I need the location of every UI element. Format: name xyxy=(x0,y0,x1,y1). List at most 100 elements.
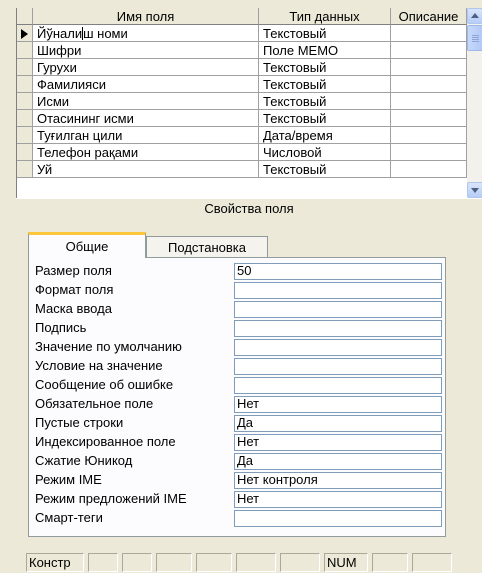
row-selector[interactable] xyxy=(17,127,33,144)
row-selector[interactable] xyxy=(17,25,33,42)
field-design-grid: Имя поля Тип данных Описание Йўналиш ном… xyxy=(16,8,482,198)
property-row: Индексированное поле Нет xyxy=(29,433,445,451)
field-name-cell[interactable]: Отасининг исми xyxy=(33,110,259,127)
description-cell[interactable] xyxy=(391,93,467,110)
field-properties-title: Свойства поля xyxy=(16,198,482,219)
input-mask-input[interactable] xyxy=(234,301,442,318)
tab-general[interactable]: Общие xyxy=(28,232,146,258)
description-cell[interactable] xyxy=(391,127,467,144)
field-name-cell[interactable]: Туғилган цили xyxy=(33,127,259,144)
grip-line xyxy=(472,39,479,40)
data-type-cell[interactable]: Текстовый xyxy=(259,76,391,93)
table-row[interactable]: Шифри Поле MEMO xyxy=(17,42,467,59)
field-name-cell[interactable]: Уй xyxy=(33,161,259,178)
grid-vertical-scrollbar[interactable] xyxy=(467,8,482,198)
column-header-data-type[interactable]: Тип данных xyxy=(259,8,391,25)
property-label: Индексированное поле xyxy=(35,434,176,449)
property-label: Обязательное поле xyxy=(35,396,154,411)
table-row[interactable]: Телефон рақами Числовой xyxy=(17,144,467,161)
property-label: Сжатие Юникод xyxy=(35,453,133,468)
field-format-input[interactable] xyxy=(234,282,442,299)
ime-sentence-mode-input[interactable]: Нет xyxy=(234,491,442,508)
data-type-cell[interactable]: Дата/время xyxy=(259,127,391,144)
property-row: Сжатие Юникод Да xyxy=(29,452,445,470)
property-label: Смарт-теги xyxy=(35,510,103,525)
property-label: Размер поля xyxy=(35,263,112,278)
status-mode-text: Констр xyxy=(26,553,84,572)
status-bar: Констр NUM xyxy=(0,550,482,573)
column-header-description[interactable]: Описание xyxy=(391,8,467,25)
required-input[interactable]: Нет xyxy=(234,396,442,413)
field-name-cell[interactable]: Телефон рақами xyxy=(33,144,259,161)
indexed-input[interactable]: Нет xyxy=(234,434,442,451)
property-label: Подпись xyxy=(35,320,87,335)
scroll-down-button[interactable] xyxy=(467,182,482,198)
description-cell[interactable] xyxy=(391,144,467,161)
description-cell[interactable] xyxy=(391,42,467,59)
property-row: Режим IME Нет контроля xyxy=(29,471,445,489)
grip-line xyxy=(472,41,479,42)
property-label: Сообщение об ошибке xyxy=(35,377,174,392)
description-cell[interactable] xyxy=(391,161,467,178)
current-row-arrow-icon xyxy=(21,29,28,39)
grip-line xyxy=(472,37,479,38)
header-selector-cell xyxy=(17,8,33,25)
validation-rule-input[interactable] xyxy=(234,358,442,375)
field-name-cell[interactable]: Фамилияси xyxy=(33,76,259,93)
data-type-cell[interactable]: Числовой xyxy=(259,144,391,161)
row-selector[interactable] xyxy=(17,110,33,127)
data-type-cell[interactable]: Текстовый xyxy=(259,93,391,110)
description-cell[interactable] xyxy=(391,110,467,127)
description-cell[interactable] xyxy=(391,25,467,42)
status-panel xyxy=(372,553,408,572)
field-name-cell[interactable]: Шифри xyxy=(33,42,259,59)
status-num-indicator: NUM xyxy=(324,553,368,572)
text-caret xyxy=(82,27,84,40)
property-row: Формат поля xyxy=(29,281,445,299)
property-row: Размер поля 50 xyxy=(29,262,445,280)
table-row[interactable]: Отасининг исми Текстовый xyxy=(17,110,467,127)
description-cell[interactable] xyxy=(391,76,467,93)
status-panel xyxy=(196,553,232,572)
default-value-input[interactable] xyxy=(234,339,442,356)
allow-zero-length-input[interactable]: Да xyxy=(234,415,442,432)
row-selector[interactable] xyxy=(17,76,33,93)
description-cell[interactable] xyxy=(391,59,467,76)
property-label: Режим IME xyxy=(35,472,102,487)
field-name-cell[interactable]: Исми xyxy=(33,93,259,110)
row-selector[interactable] xyxy=(17,93,33,110)
status-panel xyxy=(412,553,452,572)
table-row[interactable]: Уй Текстовый xyxy=(17,161,467,178)
table-row[interactable]: Йўналиш номи Текстовый xyxy=(17,25,467,42)
row-selector[interactable] xyxy=(17,144,33,161)
scroll-up-button[interactable] xyxy=(467,8,482,24)
data-type-cell[interactable]: Текстовый xyxy=(259,59,391,76)
table-row[interactable]: Гурухи Текстовый xyxy=(17,59,467,76)
unicode-compression-input[interactable]: Да xyxy=(234,453,442,470)
data-type-cell[interactable]: Текстовый xyxy=(259,25,391,42)
caption-input[interactable] xyxy=(234,320,442,337)
row-selector[interactable] xyxy=(17,161,33,178)
data-type-cell[interactable]: Текстовый xyxy=(259,110,391,127)
property-row: Условие на значение xyxy=(29,357,445,375)
table-row[interactable]: Исми Текстовый xyxy=(17,93,467,110)
data-type-cell[interactable]: Поле MEMO xyxy=(259,42,391,59)
smart-tags-input[interactable] xyxy=(234,510,442,527)
field-name-cell[interactable]: Гурухи xyxy=(33,59,259,76)
grid-header-row: Имя поля Тип данных Описание xyxy=(17,8,467,25)
property-row: Подпись xyxy=(29,319,445,337)
validation-text-input[interactable] xyxy=(234,377,442,394)
ime-mode-input[interactable]: Нет контроля xyxy=(234,472,442,489)
property-row: Смарт-теги xyxy=(29,509,445,527)
scroll-thumb[interactable] xyxy=(467,25,482,51)
data-type-cell[interactable]: Текстовый xyxy=(259,161,391,178)
field-name-cell[interactable]: Йўналиш номи xyxy=(33,25,259,42)
table-row[interactable]: Туғилган цили Дата/время xyxy=(17,127,467,144)
field-size-input[interactable]: 50 xyxy=(234,263,442,280)
property-row: Обязательное поле Нет xyxy=(29,395,445,413)
row-selector[interactable] xyxy=(17,59,33,76)
column-header-field-name[interactable]: Имя поля xyxy=(33,8,259,25)
row-selector[interactable] xyxy=(17,42,33,59)
tab-lookup[interactable]: Подстановка xyxy=(146,236,268,258)
table-row[interactable]: Фамилияси Текстовый xyxy=(17,76,467,93)
